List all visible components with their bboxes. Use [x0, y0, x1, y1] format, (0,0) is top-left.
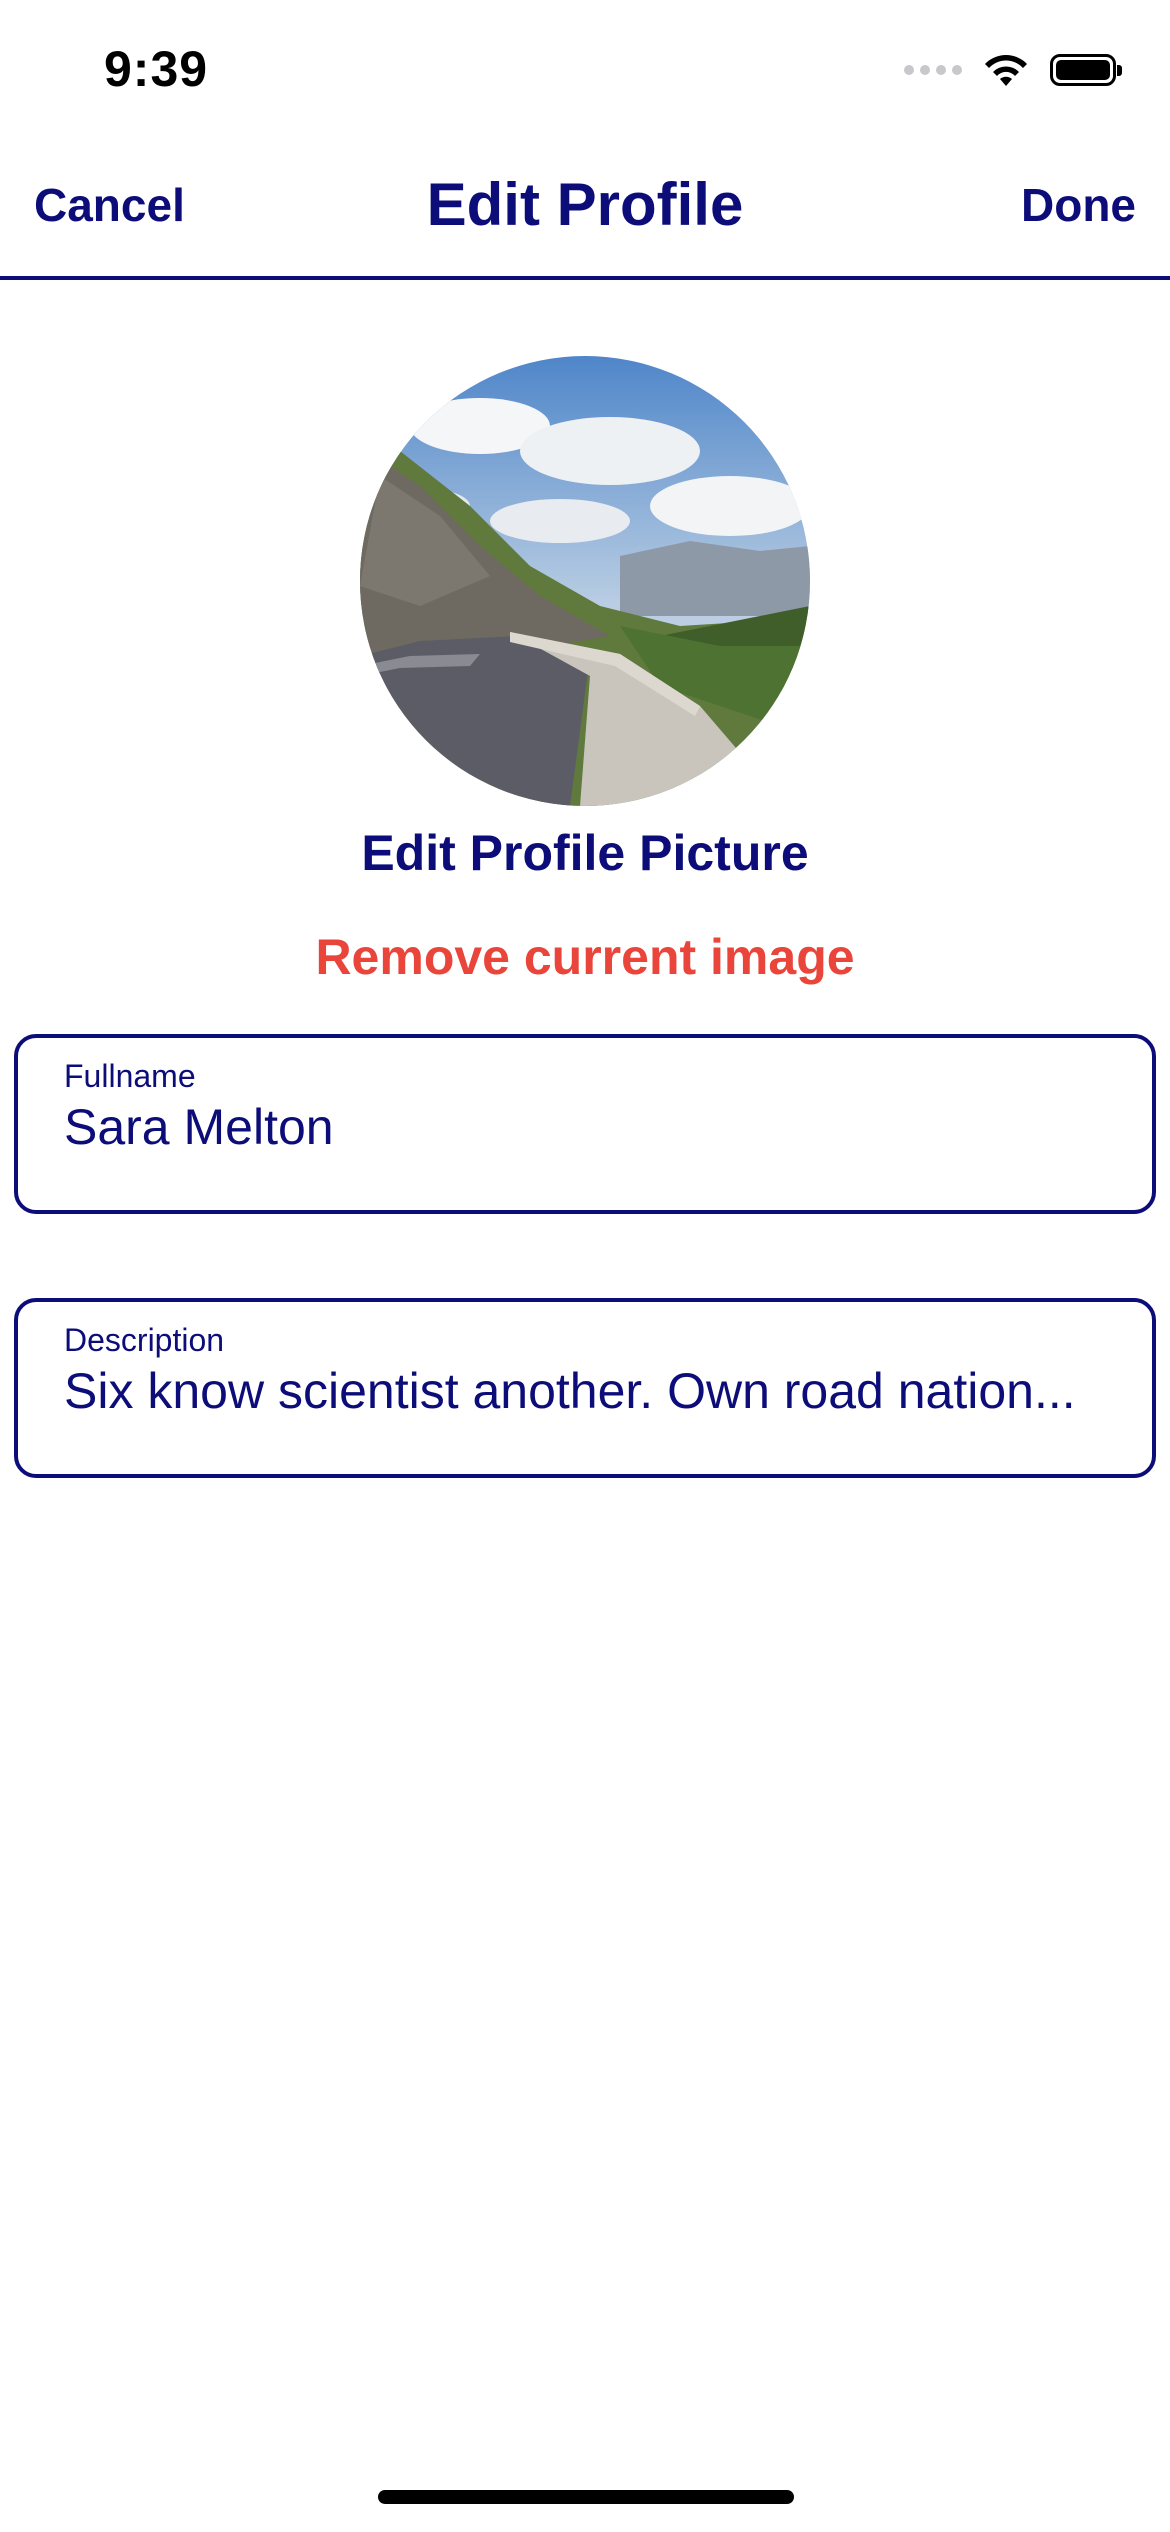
avatar[interactable]	[360, 356, 810, 806]
profile-photo	[360, 356, 810, 806]
status-icons	[904, 52, 1122, 88]
fullname-label: Fullname	[64, 1058, 196, 1094]
signal-icon	[904, 65, 962, 75]
edit-profile-picture-button[interactable]: Edit Profile Picture	[0, 824, 1170, 882]
wifi-icon	[985, 55, 1027, 86]
status-time: 9:39	[104, 41, 209, 97]
battery-icon	[1050, 54, 1122, 86]
page-title: Edit Profile	[426, 171, 744, 238]
home-indicator[interactable]	[378, 2490, 794, 2504]
status-bar: 9:39	[0, 0, 1170, 140]
description-label: Description	[64, 1322, 225, 1358]
remove-image-button[interactable]: Remove current image	[0, 928, 1170, 986]
description-field[interactable]: Description Six know scientist another. …	[14, 1298, 1156, 1478]
fullname-input[interactable]: Sara Melton	[64, 1098, 1106, 1156]
description-input[interactable]: Six know scientist another. Own road nat…	[64, 1362, 1106, 1420]
done-button[interactable]: Done	[1021, 178, 1136, 232]
fullname-field[interactable]: Fullname Sara Melton	[14, 1034, 1156, 1214]
nav-bar: Cancel Edit Profile Done	[0, 140, 1170, 280]
